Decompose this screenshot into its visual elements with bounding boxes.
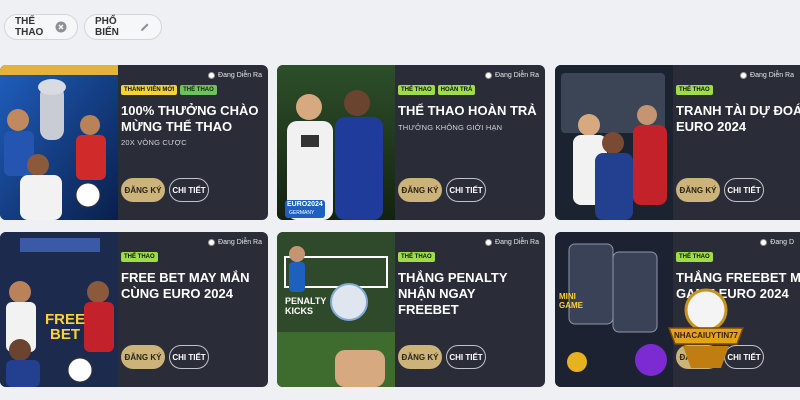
tag-new-member: THÀNH VIÊN MỚI — [121, 85, 178, 95]
live-dot-icon — [485, 72, 493, 79]
promo-title: TRANH TÀI DỰ ĐOÁN EURO 2024 — [676, 103, 800, 134]
promo-image-penalty: PENALTY KICKS — [277, 232, 395, 387]
pencil-icon[interactable] — [139, 21, 151, 33]
promo-card[interactable]: FREE BET Đang Diễn Ra THỂ THAO FREE BET … — [0, 232, 268, 387]
promo-title: THẮNG PENALTY NHẬN NGAY FREEBET — [398, 270, 508, 317]
watermark-text: NHACAIUYTIN77 — [673, 331, 738, 340]
promo-card[interactable]: Đang Diễn Ra THÀNH VIÊN MỚI THỂ THAO 100… — [0, 65, 268, 220]
promo-card[interactable]: MINI GAME Đang D THỂ THAO THẮNG FREEBET … — [555, 232, 800, 387]
penalty-kicks-art-text: PENALTY KICKS — [285, 296, 327, 316]
live-status: Đang Diễn Ra — [485, 239, 539, 246]
tag-sports: THỂ THAO — [398, 252, 435, 262]
register-button[interactable]: ĐĂNG KÝ — [121, 178, 165, 202]
live-status: Đang Diễn Ra — [208, 239, 262, 246]
register-button[interactable]: ĐĂNG KÝ — [398, 345, 442, 369]
details-button[interactable]: CHI TIẾT — [446, 178, 486, 202]
tag-sports: THỂ THAO — [180, 85, 217, 95]
tag-group: THỂ THAO — [121, 252, 158, 262]
promo-card[interactable]: EURO2024 GERMANY Đang Diễn Ra THỂ THAO H… — [277, 65, 545, 220]
promo-image-players-euro: EURO2024 GERMANY — [277, 65, 395, 220]
promo-image-free-bet: FREE BET — [0, 232, 118, 387]
filter-chip-popular[interactable]: PHỔ BIẾN — [84, 14, 162, 40]
live-dot-icon — [760, 239, 768, 246]
tag-refund: HOÀN TRẢ — [437, 85, 476, 95]
promo-title: THỂ THAO HOÀN TRẢ — [398, 103, 537, 118]
live-status: Đang Diễn Ra — [208, 72, 262, 79]
tag-sports: THỂ THAO — [121, 252, 158, 262]
promo-title: 100% THƯỞNG CHÀO MỪNG THỂ THAO — [121, 103, 259, 134]
tag-sports: THỂ THAO — [676, 85, 713, 95]
live-dot-icon — [208, 72, 216, 79]
live-status: Đang Diễn Ra — [485, 72, 539, 79]
register-button[interactable]: ĐĂNG KÝ — [121, 345, 165, 369]
free-bet-art-text: FREE BET — [44, 311, 85, 343]
euro-logo-text: EURO2024 — [287, 201, 323, 208]
live-dot-icon — [485, 239, 493, 246]
promo-card[interactable]: Đang Diễn Ra THỂ THAO TRANH TÀI DỰ ĐOÁN … — [555, 65, 800, 220]
watermark-logo: NHACAIUYTIN77 — [663, 284, 749, 370]
promo-subtitle: 20X VÒNG CƯỢC — [121, 138, 187, 147]
clear-icon[interactable] — [55, 21, 67, 33]
details-button[interactable]: CHI TIẾT — [169, 178, 209, 202]
live-status: Đang Diễn Ra — [740, 72, 794, 79]
tag-group: THỂ THAO HOÀN TRẢ — [398, 85, 476, 95]
register-button[interactable]: ĐĂNG KÝ — [676, 178, 720, 202]
filter-chip-sports-label: THỂ THAO — [15, 16, 44, 38]
filter-chip-popular-label: PHỔ BIẾN — [95, 16, 119, 38]
promo-title: FREE BET MAY MẮN CÙNG EURO 2024 — [121, 270, 250, 301]
promo-image-fans-trophy — [0, 65, 118, 220]
tag-group: THỂ THAO — [676, 85, 713, 95]
tag-sports: THỂ THAO — [676, 252, 713, 262]
tag-group: THỂ THAO — [398, 252, 435, 262]
tag-group: THỂ THAO — [676, 252, 713, 262]
live-dot-icon — [740, 72, 748, 79]
promo-image-mini-game: MINI GAME — [555, 232, 673, 387]
tag-group: THÀNH VIÊN MỚI THỂ THAO — [121, 85, 217, 95]
details-button[interactable]: CHI TIẾT — [446, 345, 486, 369]
euro-logo-subtext: GERMANY — [289, 210, 315, 216]
details-button[interactable]: CHI TIẾT — [169, 345, 209, 369]
promo-card[interactable]: PENALTY KICKS Đang Diễn Ra THỂ THAO THẮN… — [277, 232, 545, 387]
register-button[interactable]: ĐĂNG KÝ — [398, 178, 442, 202]
live-status: Đang D — [760, 239, 794, 246]
live-dot-icon — [208, 239, 216, 246]
tag-sports: THỂ THAO — [398, 85, 435, 95]
details-button[interactable]: CHI TIẾT — [724, 178, 764, 202]
filter-chip-sports[interactable]: THỂ THAO — [4, 14, 78, 40]
promo-subtitle: THƯỞNG KHÔNG GIỚI HẠN — [398, 123, 503, 132]
promo-image-prediction — [555, 65, 673, 220]
mini-game-art-text: MINI GAME — [559, 292, 583, 310]
